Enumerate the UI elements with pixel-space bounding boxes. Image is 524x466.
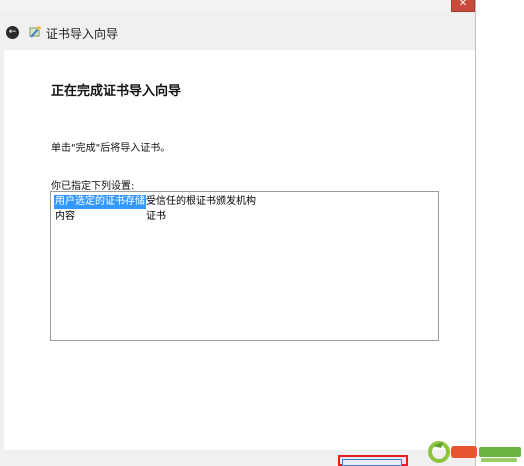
- close-icon: ✕: [458, 0, 468, 9]
- screenshot-page: ✕ ← 证书导入向导 正在完成证书导入向导 单击"完成"后将导入证书。 你已指定…: [0, 0, 524, 466]
- settings-list[interactable]: 用户选定的证书存储 受信任的根证书颁发机构 内容 证书: [50, 191, 439, 341]
- wizard-title: 证书导入向导: [46, 27, 119, 41]
- settings-value: 受信任的根证书颁发机构: [146, 196, 256, 207]
- wizard-content: 正在完成证书导入向导 单击"完成"后将导入证书。 你已指定下列设置: 用户选定的…: [4, 50, 475, 466]
- back-icon: ←: [8, 27, 17, 37]
- finish-button[interactable]: [342, 459, 402, 466]
- settings-value: 证书: [146, 211, 166, 222]
- close-button[interactable]: ✕: [451, 0, 475, 12]
- settings-key: 内容: [55, 211, 75, 222]
- instruction-text: 单击"完成"后将导入证书。: [51, 143, 171, 154]
- page-heading: 正在完成证书导入向导: [51, 84, 182, 99]
- window-top-strip: [0, 0, 476, 12]
- wizard-header: ← 证书导入向导: [0, 12, 476, 50]
- settings-list-label: 你已指定下列设置:: [51, 181, 135, 192]
- certificate-import-wizard-window: ✕ ← 证书导入向导 正在完成证书导入向导 单击"完成"后将导入证书。 你已指定…: [0, 0, 476, 466]
- site-watermark-logo: [428, 441, 521, 463]
- back-button[interactable]: ←: [6, 26, 19, 39]
- desktop-background: [476, 0, 524, 466]
- settings-key: 用户选定的证书存储: [54, 195, 146, 209]
- certificate-wizard-icon: [29, 26, 41, 38]
